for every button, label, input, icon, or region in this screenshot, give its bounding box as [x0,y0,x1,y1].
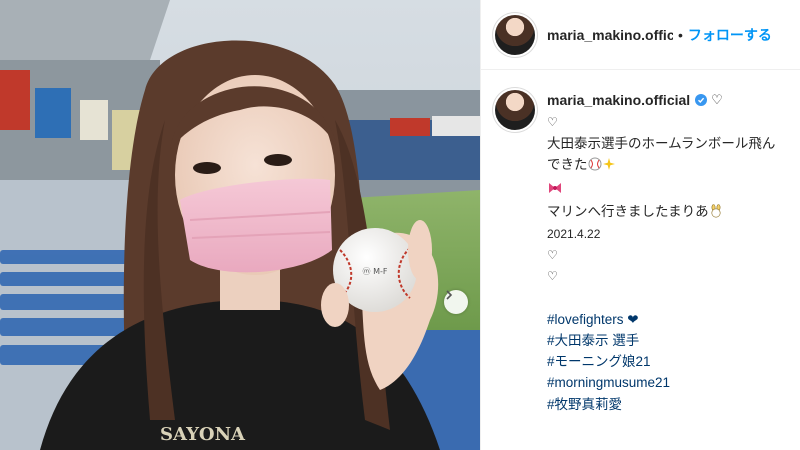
photo-illustration: ⓜ M-F SAYONA [0,0,480,450]
header-separator: • [678,26,683,43]
ribbon-emoji-icon [547,180,563,201]
caption-line: マリンへ行きましたまりあ [547,201,795,224]
caption-date: 2021.4.22 [547,227,601,242]
chevron-right-icon [446,290,453,300]
hashtag-link[interactable]: #モーニング娘21 [547,351,795,372]
instagram-post: ⓜ M-F SAYONA maria_makino.offic • フォローする [0,0,800,450]
follow-button[interactable]: フォローする [688,25,772,45]
verified-badge-icon [695,94,708,106]
shirt-print: SAYONA [160,424,246,445]
caption-line: ♡ [547,115,558,129]
post-header: maria_makino.offic • フォローする [481,0,800,70]
hashtag-link[interactable]: #lovefighters ❤ [547,309,795,330]
post-caption: maria_makino.official ♡ ♡ 大田泰示選手のホームランボー… [495,88,795,415]
post-photo[interactable]: ⓜ M-F SAYONA [0,0,480,450]
post-side-panel: maria_makino.offic • フォローする maria_makino… [480,0,800,450]
avatar[interactable] [495,14,535,55]
hashtag-link[interactable]: #牧野真莉愛 [547,394,795,415]
caption-username[interactable]: maria_makino.official [547,88,690,112]
sparkles-emoji-icon [602,156,616,177]
username-heart: ♡ [711,92,723,107]
caption-line: ♡ [547,269,558,284]
caption-avatar[interactable] [495,90,535,130]
caption-line: ♡ [547,248,558,263]
baseball-emoji-icon [588,156,602,177]
hashtag-link[interactable]: #大田泰示 選手 [547,330,795,351]
hashtag-link[interactable]: #morningmusume21 [547,372,795,393]
header-username[interactable]: maria_makino.offic [547,27,673,43]
caption-line: できた [547,154,795,177]
next-photo-button[interactable] [444,290,468,314]
caption-line [547,178,795,201]
caption-line: 大田泰示選手のホームランボール飛ん [547,136,776,152]
rabbit-emoji-icon [709,203,723,224]
ball-print: ⓜ M-F [363,267,388,276]
